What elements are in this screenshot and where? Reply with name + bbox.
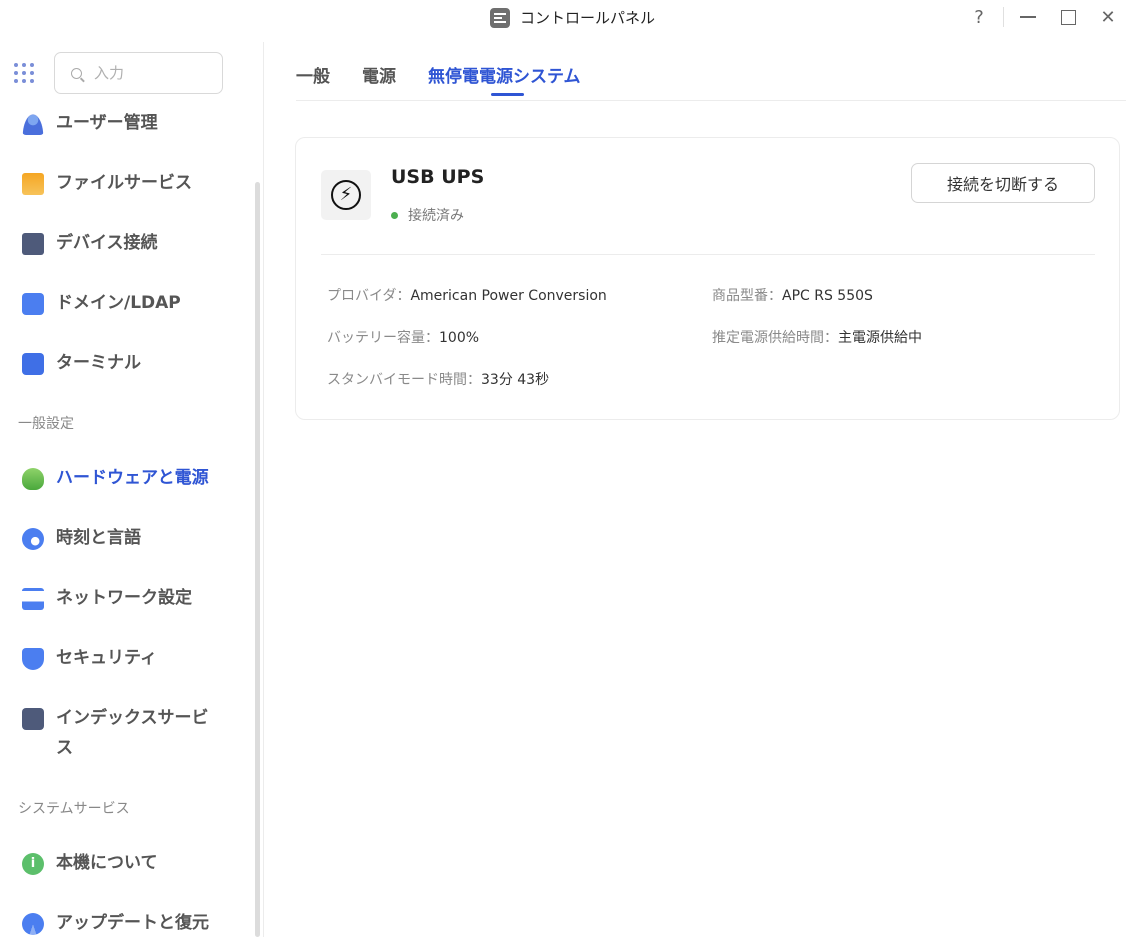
sidebar-item-terminal[interactable]: ターミナル	[22, 352, 227, 378]
hardware-power-icon	[22, 468, 44, 490]
user-icon	[22, 113, 44, 135]
tab-ups[interactable]: 無停電電源システム	[428, 62, 581, 87]
maximize-button[interactable]	[1048, 4, 1088, 30]
provider-value: American Power Conversion	[410, 288, 607, 304]
tab-bar: 一般 電源 無停電電源システム	[296, 62, 581, 87]
tab-general[interactable]: 一般	[296, 62, 330, 87]
time-language-icon	[22, 528, 44, 550]
sidebar-item-file-services[interactable]: ファイルサービス	[22, 172, 227, 198]
apps-grid-icon[interactable]	[14, 63, 34, 83]
standby-info: スタンバイモード時間：33分 43秒	[327, 369, 549, 389]
ups-icon-box: ⚡︎	[321, 170, 371, 220]
window-title: コントロールパネル	[520, 9, 656, 27]
tab-power[interactable]: 電源	[362, 62, 396, 87]
runtime-info: 推定電源供給時間：主電源供給中	[712, 327, 922, 347]
ups-card: ⚡︎ USB UPS 接続済み 接続を切断する プロバイダ：American P…	[295, 137, 1120, 420]
control-panel-icon	[490, 7, 510, 28]
help-button[interactable]: ?	[959, 4, 999, 30]
standby-label: スタンバイモード時間：	[327, 372, 481, 388]
sidebar-item-security[interactable]: セキュリティ	[22, 647, 227, 673]
runtime-label: 推定電源供給時間：	[712, 330, 838, 346]
active-tab-indicator	[491, 93, 524, 96]
update-icon	[22, 913, 44, 935]
battery-value: 100%	[439, 330, 480, 346]
sidebar-item-about[interactable]: i 本機について	[22, 852, 227, 878]
folder-icon	[22, 173, 44, 195]
card-divider	[321, 254, 1095, 255]
provider-label: プロバイダ：	[327, 288, 411, 304]
lightning-icon: ⚡︎	[331, 180, 361, 210]
section-title-system: システムサービス	[18, 801, 130, 817]
battery-info: バッテリー容量：100%	[327, 327, 479, 347]
window-controls: ? ✕	[959, 4, 1128, 30]
maximize-icon	[1060, 9, 1076, 25]
terminal-icon	[22, 353, 44, 375]
close-button[interactable]: ✕	[1088, 4, 1128, 30]
minimize-button[interactable]	[1008, 4, 1048, 30]
device-icon	[22, 233, 44, 255]
network-icon	[22, 588, 44, 610]
sidebar-item-user-management[interactable]: ユーザー管理	[22, 112, 227, 138]
battery-label: バッテリー容量：	[327, 330, 439, 346]
model-info: 商品型番：APC RS 550S	[712, 285, 873, 305]
search-icon	[71, 67, 82, 79]
status-dot-icon	[391, 211, 398, 219]
window-title-group: コントロールパネル	[490, 7, 655, 28]
sidebar-item-update-restore[interactable]: アップデートと復元	[22, 912, 227, 937]
provider-info: プロバイダ：American Power Conversion	[327, 285, 607, 305]
minimize-icon	[1020, 16, 1036, 18]
model-label: 商品型番：	[712, 288, 782, 304]
disconnect-button[interactable]: 接続を切断する	[911, 163, 1095, 203]
title-bar: コントロールパネル ? ✕	[0, 0, 1148, 34]
domain-icon	[22, 293, 44, 315]
sidebar-item-time-language[interactable]: 時刻と言語	[22, 527, 227, 553]
search-input[interactable]	[94, 64, 194, 82]
sidebar-item-device-connection[interactable]: デバイス接続	[22, 232, 227, 258]
tabs-divider	[296, 100, 1126, 101]
search-box[interactable]	[54, 52, 223, 94]
ups-name: USB UPS	[391, 166, 485, 188]
close-icon: ✕	[1100, 6, 1116, 28]
sidebar: ユーザー管理 ファイルサービス デバイス接続 ドメイン/LDAP ターミナル 一…	[0, 42, 264, 937]
sidebar-item-domain-ldap[interactable]: ドメイン/LDAP	[22, 292, 227, 318]
model-value: APC RS 550S	[782, 288, 873, 304]
standby-value: 33分 43秒	[481, 372, 550, 388]
controls-separator	[1003, 7, 1004, 27]
info-icon: i	[22, 853, 44, 875]
section-title-general: 一般設定	[18, 416, 74, 432]
sidebar-item-index-service[interactable]: インデックスサービス	[22, 707, 222, 763]
sidebar-item-network[interactable]: ネットワーク設定	[22, 587, 227, 613]
sidebar-item-hardware-power[interactable]: ハードウェアと電源	[22, 467, 227, 493]
index-icon	[22, 708, 44, 730]
runtime-value: 主電源供給中	[838, 330, 922, 346]
shield-icon	[22, 648, 44, 670]
connection-status: 接続済み	[391, 205, 464, 225]
status-text: 接続済み	[408, 208, 464, 224]
sidebar-scrollbar[interactable]	[255, 182, 260, 937]
